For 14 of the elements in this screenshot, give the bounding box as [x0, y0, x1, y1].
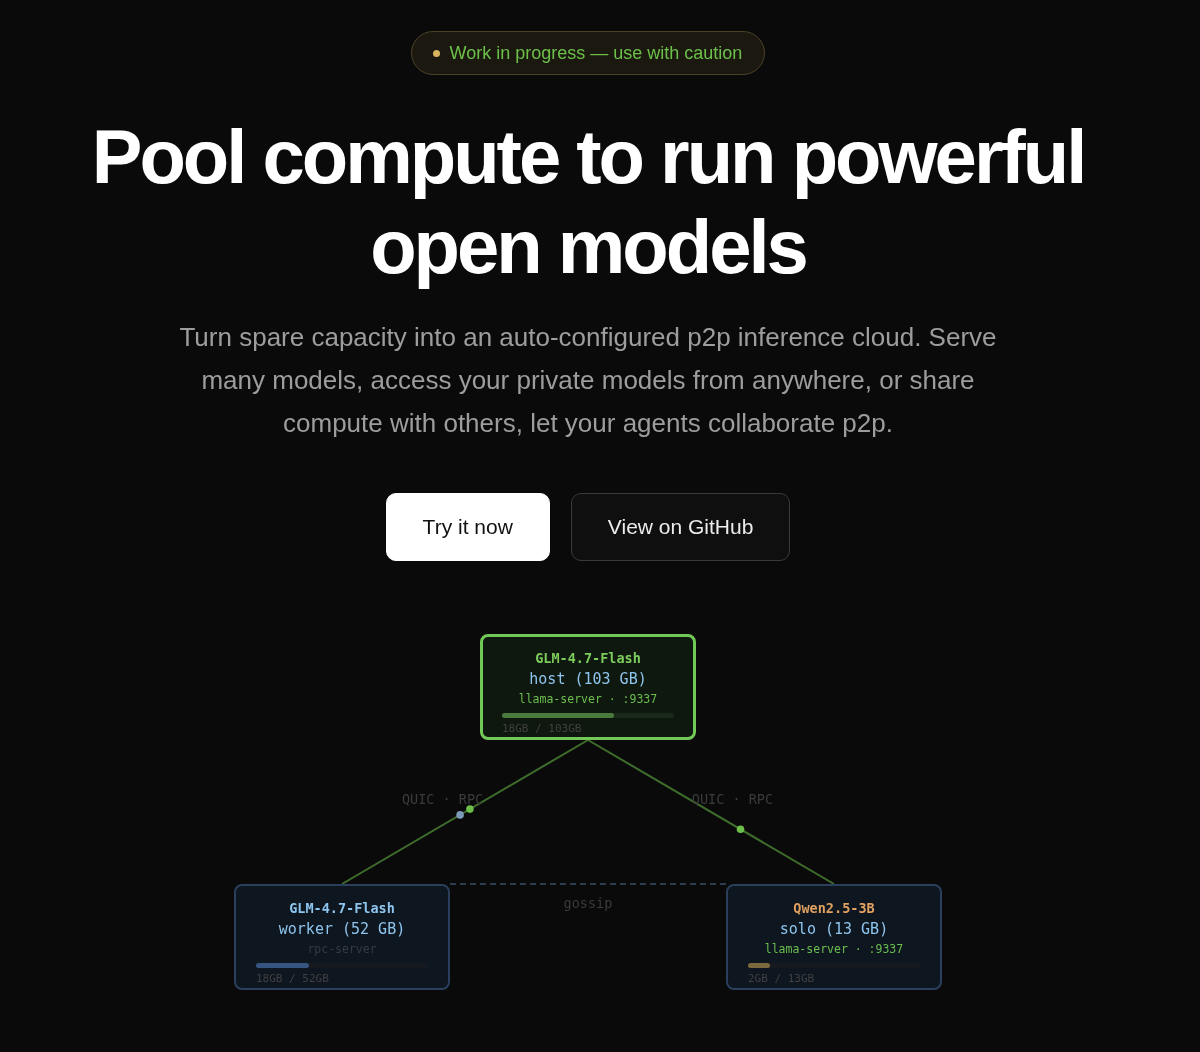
try-button[interactable]: Try it now: [385, 493, 550, 561]
node-role: worker (52 GB): [278, 919, 406, 940]
headline: Pool compute to run powerful open models: [90, 113, 1086, 291]
model-name: GLM-4.7-Flash: [289, 899, 395, 918]
node-role: solo (13 GB): [779, 919, 889, 940]
service-label: llama-server · :9337: [518, 691, 658, 708]
service-label: llama-server · :9337: [764, 941, 904, 958]
model-name: Qwen2.5-3B: [793, 899, 875, 918]
status-dot-icon: [432, 49, 440, 57]
node-role: host (103 GB): [529, 669, 647, 690]
github-button[interactable]: View on GitHub: [570, 493, 791, 561]
model-name: GLM-4.7-Flash: [535, 649, 641, 668]
badge-text: Work in progress — use with caution: [449, 42, 743, 64]
subtitle: Turn spare capacity into an auto-configured p2p inference cloud. Serve many models, access your private models from anywhere, or share compute with others, let your agents collaborate p2p.: [178, 321, 998, 440]
